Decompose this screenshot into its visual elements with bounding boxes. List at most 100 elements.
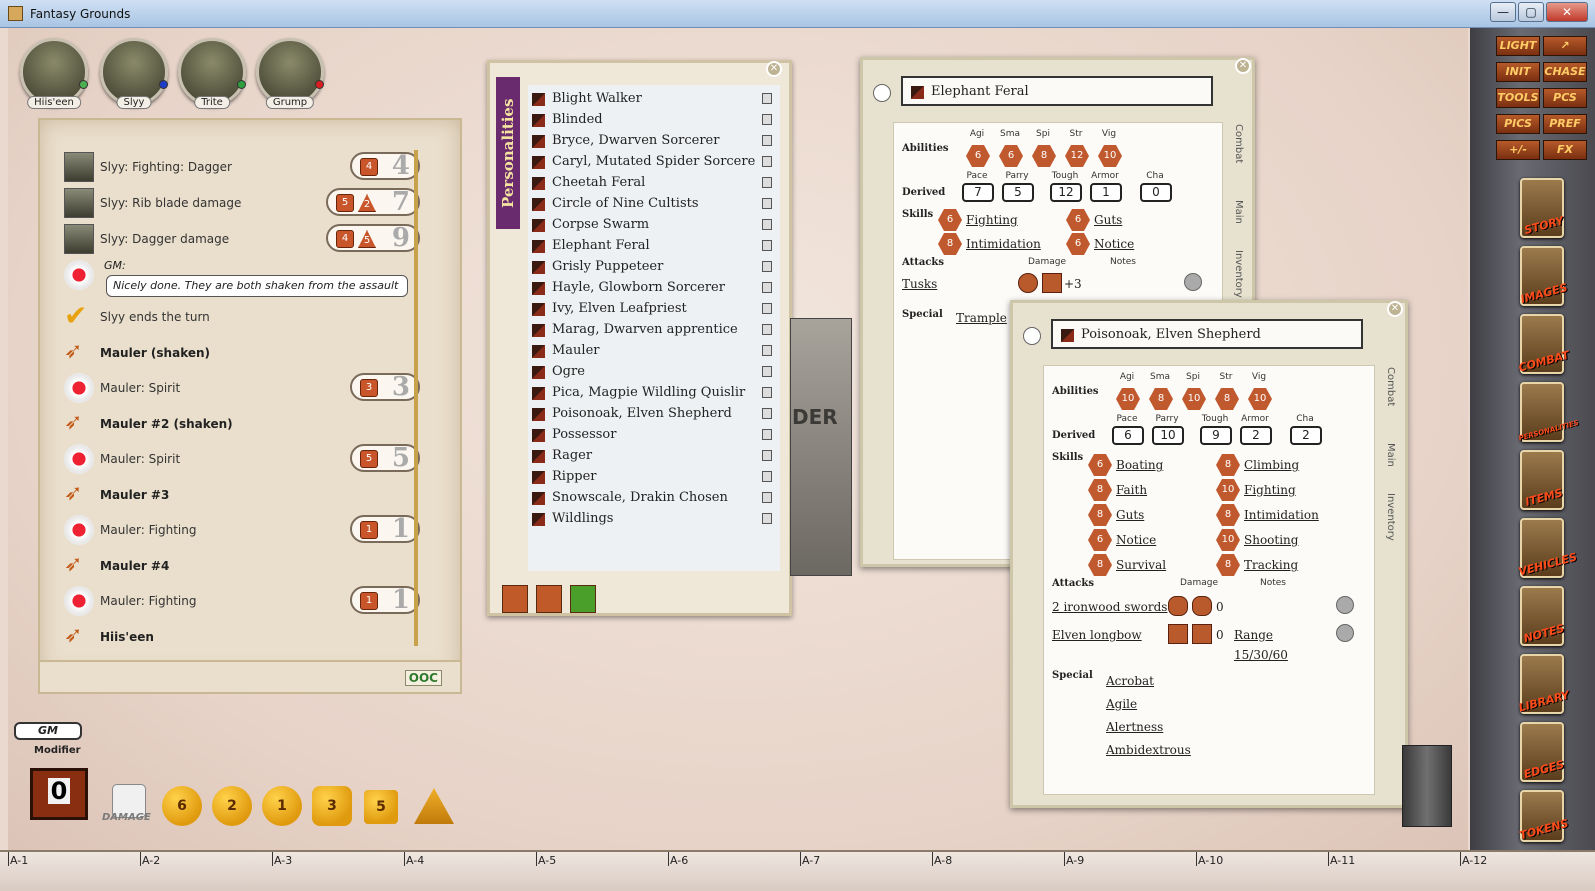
- lock-icon[interactable]: [762, 387, 772, 398]
- skill-name[interactable]: Guts: [1094, 213, 1122, 227]
- damage-die-button[interactable]: DAMAGE: [94, 784, 152, 828]
- ability-die[interactable]: 6: [966, 145, 990, 167]
- ability-die[interactable]: 12: [1065, 145, 1089, 167]
- hotkey-slot[interactable]: A-2: [142, 854, 160, 867]
- skill-name[interactable]: Guts: [1116, 508, 1144, 522]
- chase-button[interactable]: CHASE: [1543, 62, 1587, 82]
- sidebar-item-personalities[interactable]: PERSONALITIES: [1518, 382, 1580, 443]
- lock-icon[interactable]: [762, 513, 772, 524]
- list-item[interactable]: Marag, Dwarven apprentice: [528, 320, 780, 340]
- portrait-trite[interactable]: Trite: [178, 38, 246, 109]
- d8-icon[interactable]: 3: [312, 786, 352, 826]
- ability-die[interactable]: 10: [1098, 145, 1122, 167]
- lock-icon[interactable]: [762, 219, 772, 230]
- sidebar-item-edges[interactable]: EDGES: [1520, 722, 1566, 782]
- hotkey-slot[interactable]: A-3: [274, 854, 292, 867]
- damage-die[interactable]: [1192, 624, 1212, 644]
- lock-icon[interactable]: [762, 93, 772, 104]
- lock-icon[interactable]: [762, 135, 772, 146]
- tab-inventory[interactable]: Inventory: [1385, 493, 1396, 541]
- derived-value[interactable]: 1: [1090, 183, 1122, 202]
- lock-icon[interactable]: [762, 303, 772, 314]
- skill-die[interactable]: 6: [1066, 233, 1090, 255]
- skill-name[interactable]: Fighting: [1244, 483, 1296, 497]
- pcs-button[interactable]: PCS: [1543, 88, 1587, 108]
- attack-note[interactable]: 15/30/60: [1234, 648, 1288, 662]
- derived-value[interactable]: 5: [1002, 183, 1034, 202]
- close-icon[interactable]: ✕: [1235, 58, 1251, 74]
- ability-die[interactable]: 8: [1149, 388, 1173, 410]
- special-ability[interactable]: Alertness: [1106, 720, 1163, 734]
- lock-icon[interactable]: [762, 429, 772, 440]
- special-ability[interactable]: Trample: [956, 311, 1007, 325]
- d20-icon[interactable]: 6: [162, 786, 202, 826]
- skill-die[interactable]: 6: [1066, 209, 1090, 231]
- filter-button-npc[interactable]: [502, 585, 528, 613]
- damage-die[interactable]: [1168, 624, 1188, 644]
- modifier-toggle-button[interactable]: +/-: [1496, 140, 1540, 160]
- hotkey-slot[interactable]: A-1: [10, 854, 28, 867]
- sidebar-item-notes[interactable]: NOTES: [1520, 586, 1566, 646]
- list-item[interactable]: Caryl, Mutated Spider Sorcere: [528, 152, 780, 172]
- skill-die[interactable]: 8: [1088, 504, 1112, 526]
- lock-icon[interactable]: [762, 450, 772, 461]
- list-item[interactable]: Mauler: [528, 341, 780, 361]
- lock-icon[interactable]: [762, 240, 772, 251]
- lock-icon[interactable]: [762, 366, 772, 377]
- filter-button-all[interactable]: [570, 585, 596, 613]
- close-button[interactable]: ✕: [1546, 2, 1588, 22]
- sidebar-item-tokens[interactable]: TOKENS: [1518, 790, 1570, 842]
- pics-button[interactable]: PICS: [1496, 114, 1540, 134]
- damage-die[interactable]: [1018, 273, 1038, 293]
- lock-icon[interactable]: [762, 177, 772, 188]
- skill-die[interactable]: 10: [1216, 529, 1240, 551]
- close-icon[interactable]: ✕: [1387, 301, 1403, 317]
- sidebar-item-items[interactable]: ITEMS: [1520, 450, 1564, 510]
- skill-name[interactable]: Shooting: [1244, 533, 1298, 547]
- list-item[interactable]: Elephant Feral: [528, 236, 780, 256]
- sidebar-item-vehicles[interactable]: VEHICLES: [1517, 518, 1578, 579]
- special-ability[interactable]: Acrobat: [1106, 674, 1154, 688]
- skill-die[interactable]: 6: [1088, 529, 1112, 551]
- list-item[interactable]: Pica, Magpie Wildling Quislir: [528, 383, 780, 403]
- hotkey-slot[interactable]: A-4: [406, 854, 424, 867]
- special-ability[interactable]: Ambidextrous: [1106, 743, 1191, 757]
- hotkey-slot[interactable]: A-11: [1330, 854, 1355, 867]
- skill-name[interactable]: Tracking: [1244, 558, 1298, 572]
- hotkey-slot[interactable]: A-10: [1198, 854, 1223, 867]
- tab-main[interactable]: Main: [1385, 443, 1396, 467]
- derived-value[interactable]: 10: [1152, 426, 1184, 445]
- list-item[interactable]: Blight Walker: [528, 89, 780, 109]
- attack-name[interactable]: 2 ironwood swords: [1052, 600, 1167, 614]
- hotkey-slot[interactable]: A-6: [670, 854, 688, 867]
- skill-name[interactable]: Boating: [1116, 458, 1163, 472]
- list-item[interactable]: Circle of Nine Cultists: [528, 194, 780, 214]
- sidebar-item-combat[interactable]: COMBAT: [1517, 314, 1571, 374]
- hotkey-slot[interactable]: A-8: [934, 854, 952, 867]
- lock-icon[interactable]: [762, 282, 772, 293]
- skill-die[interactable]: 8: [1216, 454, 1240, 476]
- derived-value[interactable]: 0: [1140, 183, 1172, 202]
- portrait-hiiseen[interactable]: Hiis'een: [20, 38, 88, 109]
- init-button[interactable]: INIT: [1496, 62, 1540, 82]
- damage-die[interactable]: [1042, 273, 1062, 293]
- lock-icon[interactable]: [762, 156, 772, 167]
- sidebar-item-images[interactable]: IMAGES: [1519, 246, 1569, 306]
- skill-name[interactable]: Intimidation: [1244, 508, 1319, 522]
- portrait-grump[interactable]: Grump: [256, 38, 324, 109]
- skill-name[interactable]: Intimidation: [966, 237, 1041, 251]
- hotkey-slot[interactable]: A-12: [1462, 854, 1487, 867]
- chat-scrollbar[interactable]: [414, 150, 418, 646]
- ability-die[interactable]: 10: [1116, 388, 1140, 410]
- lock-icon[interactable]: [762, 114, 772, 125]
- skill-name[interactable]: Notice: [1094, 237, 1134, 251]
- special-ability[interactable]: Agile: [1106, 697, 1137, 711]
- list-item[interactable]: Ripper: [528, 467, 780, 487]
- skill-name[interactable]: Faith: [1116, 483, 1147, 497]
- hotkey-slot[interactable]: A-5: [538, 854, 556, 867]
- help-icon[interactable]: [873, 84, 891, 102]
- chat-input[interactable]: OOC: [38, 660, 462, 694]
- ability-die[interactable]: 10: [1248, 388, 1272, 410]
- attack-roll-button[interactable]: [1184, 273, 1202, 291]
- list-item[interactable]: Poisonoak, Elven Shepherd: [528, 404, 780, 424]
